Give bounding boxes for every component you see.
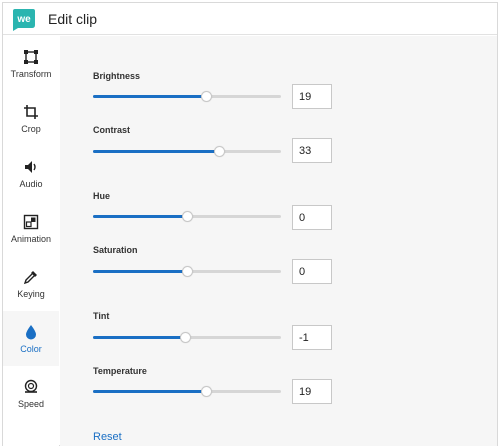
saturation-slider[interactable] bbox=[93, 266, 281, 277]
animation-icon bbox=[23, 214, 39, 230]
slider-fill bbox=[93, 150, 219, 153]
sidebar-item-label: Keying bbox=[17, 289, 45, 299]
contrast-label: Contrast bbox=[93, 125, 131, 135]
brightness-input[interactable] bbox=[292, 84, 332, 109]
temperature-slider[interactable] bbox=[93, 386, 281, 397]
sidebar-item-label: Crop bbox=[21, 124, 41, 134]
edit-clip-window: we Edit clip Transform Crop Audio Animat… bbox=[2, 2, 498, 446]
sidebar-item-keying[interactable]: Keying bbox=[3, 256, 59, 311]
slider-thumb[interactable] bbox=[180, 332, 192, 343]
slider-thumb[interactable] bbox=[182, 211, 193, 222]
sidebar-item-audio[interactable]: Audio bbox=[3, 146, 59, 201]
tint-slider[interactable] bbox=[93, 332, 281, 343]
temperature-label: Temperature bbox=[93, 366, 147, 376]
contrast-input[interactable] bbox=[292, 138, 332, 163]
sidebar-item-label: Animation bbox=[10, 234, 52, 244]
sidebar-item-crop[interactable]: Crop bbox=[3, 91, 59, 146]
reset-link[interactable]: Reset bbox=[93, 431, 122, 443]
slider-fill bbox=[93, 270, 187, 273]
droplet-icon bbox=[26, 325, 36, 340]
sidebar-item-speed[interactable]: Speed bbox=[3, 366, 59, 421]
slider-thumb[interactable] bbox=[200, 91, 212, 102]
slider-thumb[interactable] bbox=[213, 146, 225, 157]
speed-icon bbox=[24, 379, 38, 393]
slider-fill bbox=[93, 390, 206, 393]
sidebar-item-color[interactable]: Color bbox=[3, 311, 59, 366]
saturation-label: Saturation bbox=[93, 245, 138, 255]
slider-thumb[interactable] bbox=[200, 386, 212, 397]
brightness-slider[interactable] bbox=[93, 91, 281, 102]
page-title: Edit clip bbox=[48, 11, 98, 27]
brightness-label: Brightness bbox=[93, 71, 141, 81]
tint-input[interactable] bbox=[292, 325, 332, 350]
slider-fill bbox=[93, 215, 187, 218]
color-settings-panel: Brightness Contrast Hue Saturation Tint bbox=[60, 36, 497, 446]
speaker-icon bbox=[25, 161, 36, 173]
temperature-input[interactable] bbox=[292, 379, 332, 404]
contrast-slider[interactable] bbox=[93, 146, 281, 157]
crop-icon bbox=[24, 105, 38, 119]
logo-text: we bbox=[16, 14, 31, 25]
sidebar-item-animation[interactable]: Animation bbox=[3, 201, 59, 256]
hue-label: Hue bbox=[93, 191, 111, 201]
we-logo-icon: we bbox=[13, 9, 35, 31]
sidebar-item-label: Speed bbox=[17, 399, 45, 409]
transform-icon bbox=[24, 50, 38, 64]
slider-fill bbox=[93, 95, 206, 98]
sidebar-item-label: Audio bbox=[19, 179, 43, 189]
saturation-input[interactable] bbox=[292, 259, 332, 284]
sidebar-item-transform[interactable]: Transform bbox=[3, 36, 59, 91]
sidebar: Transform Crop Audio Animation Keying Co… bbox=[3, 36, 59, 446]
sidebar-item-label: Color bbox=[20, 344, 42, 354]
hue-slider[interactable] bbox=[93, 211, 281, 222]
tint-label: Tint bbox=[93, 311, 110, 321]
sidebar-item-label: Transform bbox=[10, 69, 52, 79]
title-bar: we Edit clip bbox=[3, 3, 497, 35]
slider-fill bbox=[93, 336, 186, 339]
hue-input[interactable] bbox=[292, 205, 332, 230]
eyedropper-icon bbox=[23, 271, 37, 285]
slider-thumb[interactable] bbox=[182, 266, 193, 277]
